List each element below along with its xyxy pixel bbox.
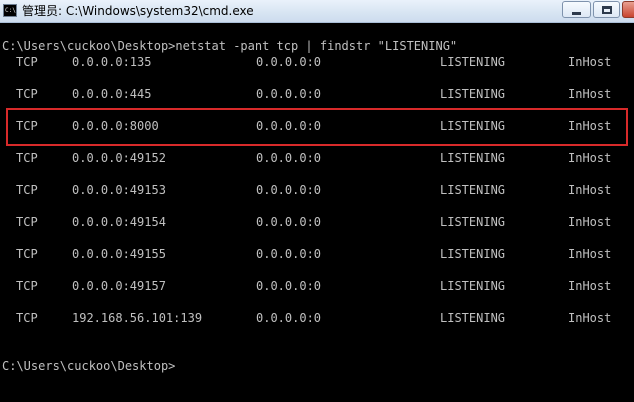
cell-foreign: 0.0.0.0:0 [256,247,322,261]
cell-foreign: 0.0.0.0:0 [256,55,322,69]
command-prompt[interactable]: C:\Users\cuckoo\Desktop> [2,358,175,374]
cell-proto: TCP [16,311,38,325]
cell-proto: TCP [16,215,38,229]
title-bar[interactable]: C:\ 管理员: C:\Windows\system32\cmd.exe [0,0,634,23]
cell-local: 0.0.0.0:135 [72,55,152,69]
cell-foreign: 0.0.0.0:0 [256,279,322,293]
console-output[interactable]: C:\Users\cuckoo\Desktop>netstat -pant tc… [0,24,634,402]
command-line: C:\Users\cuckoo\Desktop>netstat -pant tc… [2,39,458,53]
cell-offload: InHost [568,311,612,325]
close-button[interactable] [622,1,634,18]
netstat-row: TCP 0.0.0.0:49155 0.0.0.0:0 LISTENING InHost [0,246,634,262]
cell-proto: TCP [16,55,38,69]
cell-offload: InHost [568,55,612,69]
cell-proto: TCP [16,279,38,293]
cell-offload: InHost [568,279,612,293]
cell-local: 0.0.0.0:49157 [72,279,166,293]
minimize-button[interactable] [562,1,591,18]
maximize-button[interactable] [593,1,620,18]
cell-offload: InHost [568,151,612,165]
cell-foreign: 0.0.0.0:0 [256,87,322,101]
cell-local: 0.0.0.0:49155 [72,247,166,261]
cell-state: LISTENING [440,87,506,101]
window-title: 管理员: C:\Windows\system32\cmd.exe [22,4,254,18]
cell-foreign: 0.0.0.0:0 [256,215,322,229]
cell-local: 0.0.0.0:49153 [72,183,166,197]
cell-offload: InHost [568,247,612,261]
highlight-box [6,108,628,146]
cell-proto: TCP [16,183,38,197]
maximize-icon [602,6,612,14]
netstat-row: TCP 0.0.0.0:135 0.0.0.0:0 LISTENING InHost [0,54,634,70]
cell-state: LISTENING [440,183,506,197]
cell-proto: TCP [16,247,38,261]
cell-foreign: 0.0.0.0:0 [256,183,322,197]
cell-proto: TCP [16,87,38,101]
netstat-row: TCP 0.0.0.0:49153 0.0.0.0:0 LISTENING InHost [0,182,634,198]
cell-proto: TCP [16,151,38,165]
cell-offload: InHost [568,215,612,229]
cell-state: LISTENING [440,311,506,325]
cell-foreign: 0.0.0.0:0 [256,151,322,165]
netstat-row: TCP 192.168.56.101:139 0.0.0.0:0 LISTENING I… [0,310,634,326]
cell-local: 0.0.0.0:49154 [72,215,166,229]
netstat-row: TCP 0.0.0.0:49157 0.0.0.0:0 LISTENING InHost [0,278,634,294]
cell-state: LISTENING [440,247,506,261]
minimize-icon [572,12,581,15]
cmd-window: C:\ 管理员: C:\Windows\system32\cmd.exe C:\… [0,0,634,402]
netstat-row: TCP 0.0.0.0:49152 0.0.0.0:0 LISTENING InHost [0,150,634,166]
cell-local: 0.0.0.0:445 [72,87,152,101]
cell-state: LISTENING [440,279,506,293]
cell-offload: InHost [568,87,612,101]
cell-state: LISTENING [440,215,506,229]
cell-local: 192.168.56.101:139 [72,311,203,325]
cmd-app-icon[interactable]: C:\ [3,4,17,17]
netstat-row: TCP 0.0.0.0:49154 0.0.0.0:0 LISTENING InHost [0,214,634,230]
cell-foreign: 0.0.0.0:0 [256,311,322,325]
netstat-row: TCP 0.0.0.0:445 0.0.0.0:0 LISTENING InHost [0,86,634,102]
cell-state: LISTENING [440,55,506,69]
cell-offload: InHost [568,183,612,197]
cell-state: LISTENING [440,151,506,165]
cell-local: 0.0.0.0:49152 [72,151,166,165]
